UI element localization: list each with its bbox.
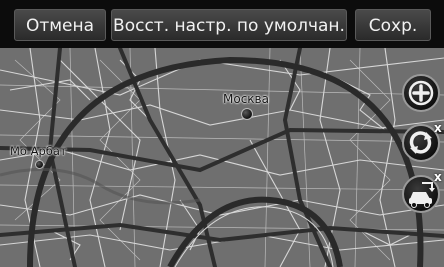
zoom-in-button[interactable]: [402, 74, 440, 112]
remove-badge[interactable]: x: [434, 170, 442, 184]
rotate-map-icon: [409, 131, 432, 154]
toolbar: Отмена Восст. настр. по умолчан. Сохр.: [0, 0, 444, 48]
save-button[interactable]: Сохр.: [355, 9, 431, 41]
map-settings-screen: Москва Мо Арбат Отмена Восст. настр. по …: [0, 0, 444, 267]
cancel-button[interactable]: Отмена: [14, 9, 106, 41]
city-marker-moskva: [241, 108, 253, 120]
rotate-map-button[interactable]: x: [402, 121, 442, 162]
route-vehicle-button[interactable]: x: [402, 170, 442, 213]
station-label-arbat: Мо Арбат: [10, 144, 67, 158]
station-marker-arbat: [35, 160, 44, 169]
route-vehicle-icon: [409, 182, 435, 208]
remove-badge[interactable]: x: [434, 121, 442, 135]
restore-defaults-button[interactable]: Восст. настр. по умолчан.: [111, 9, 347, 41]
plus-icon: [408, 80, 434, 106]
city-label-moskva: Москва: [223, 92, 269, 106]
